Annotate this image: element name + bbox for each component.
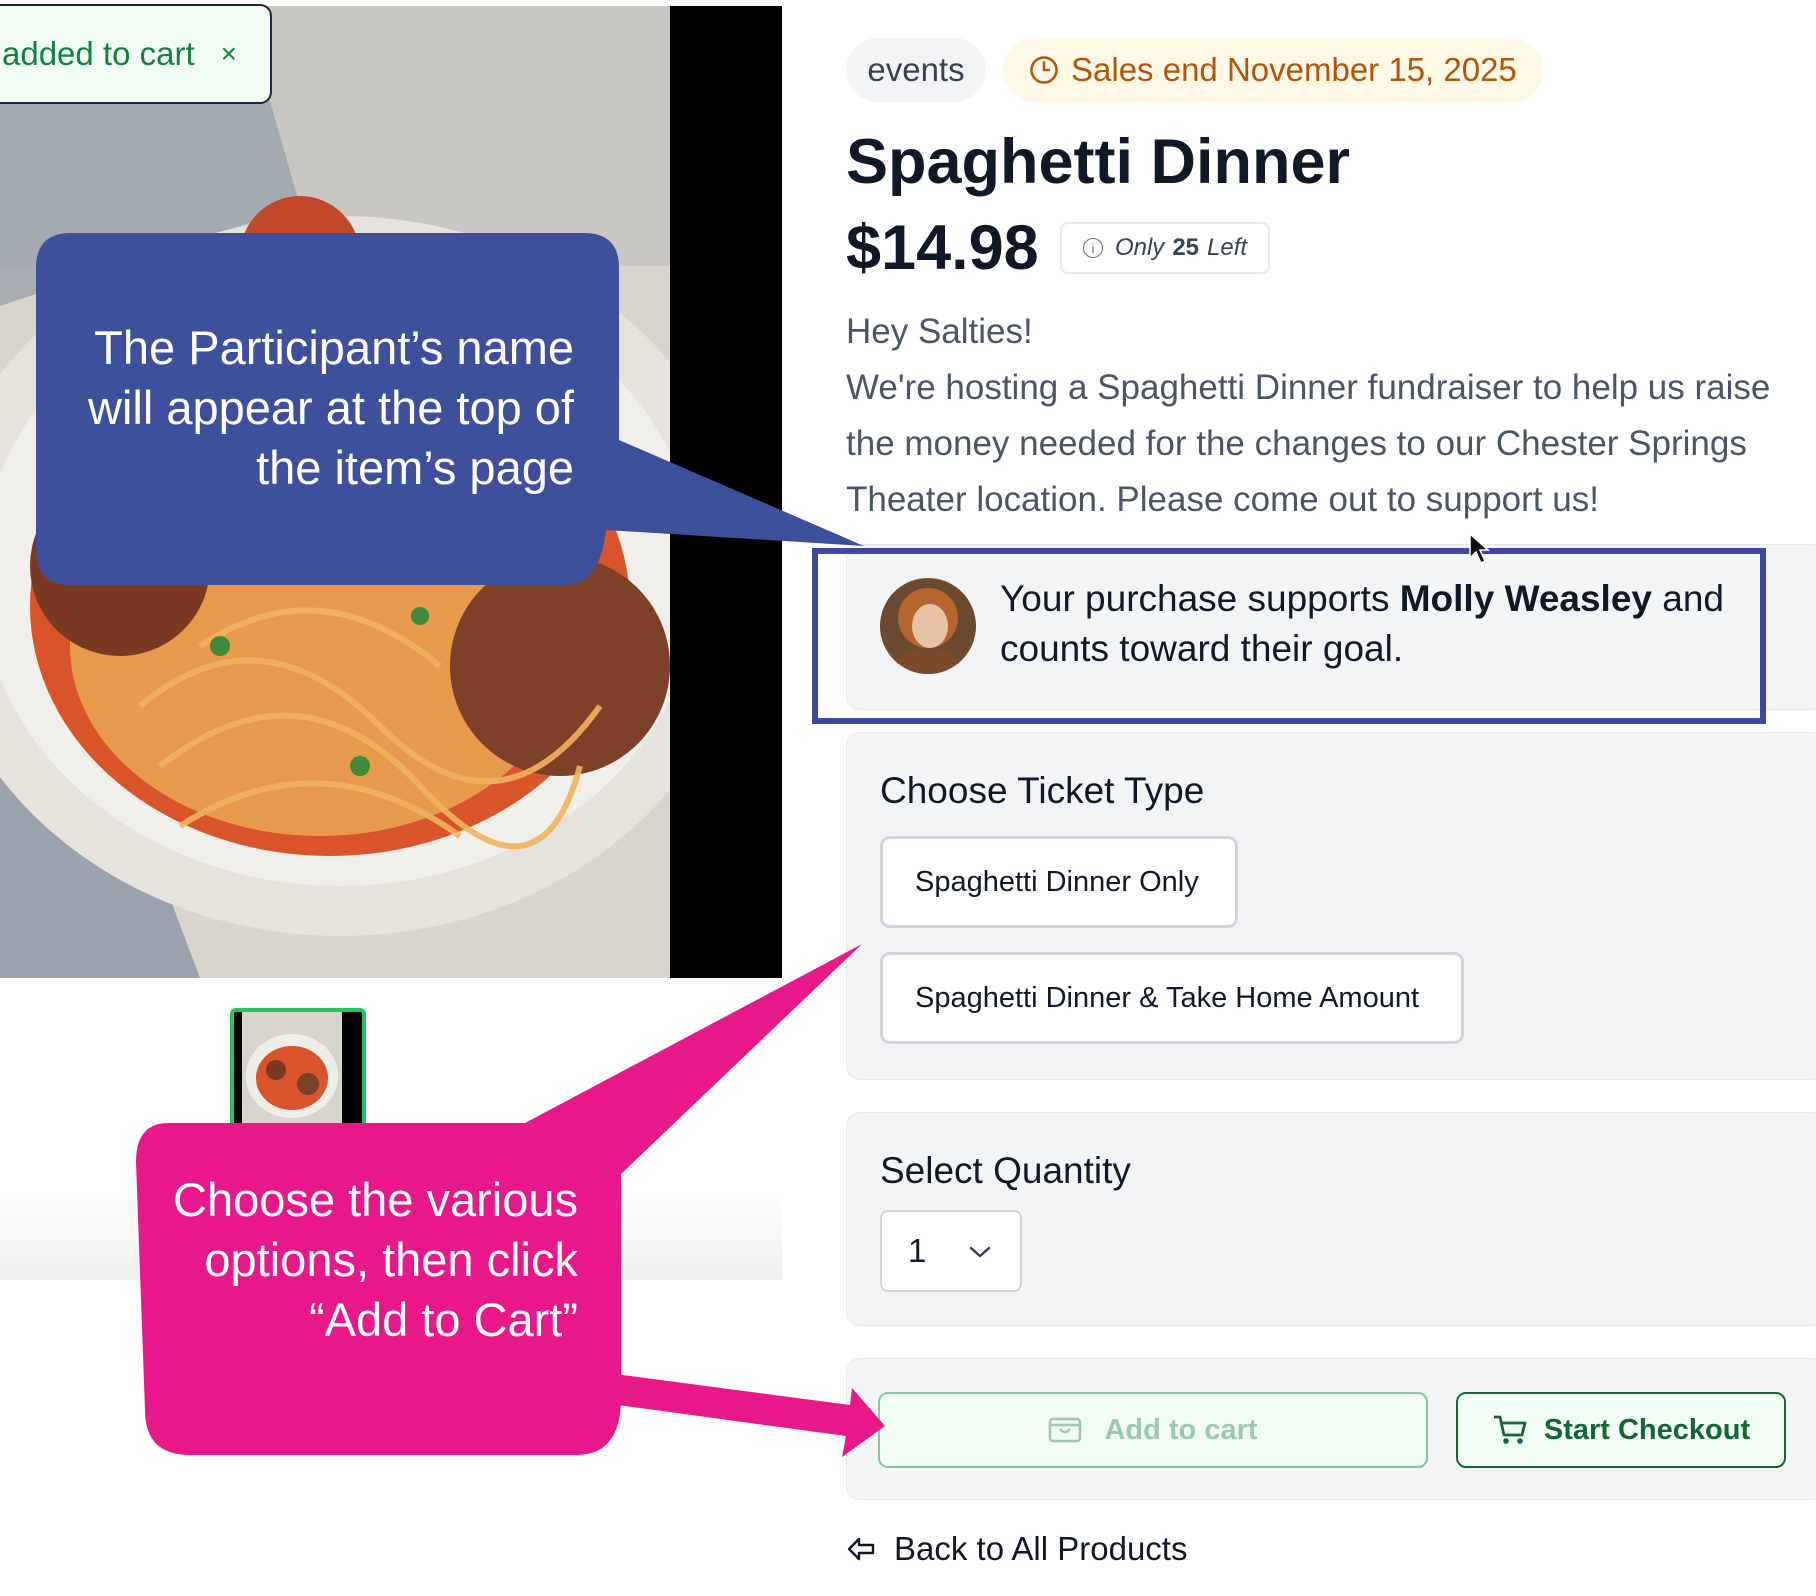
shopping-cart-icon <box>1493 1415 1527 1444</box>
quantity-heading: Select Quantity <box>880 1150 1131 1191</box>
blue-callout-text: The Participant’s name will appear at th… <box>88 321 574 494</box>
sales-end-text: Sales end November 15, 2025 <box>1071 51 1517 88</box>
quantity-select[interactable]: 1 <box>880 1210 1022 1292</box>
added-to-cart-toast: added to cart × <box>0 4 272 104</box>
ticket-type-heading: Choose Ticket Type <box>880 770 1205 811</box>
description-body: We're hosting a Spaghetti Dinner fundrai… <box>846 368 1771 519</box>
stock-suffix: Left <box>1207 234 1248 261</box>
category-tag: events <box>846 38 986 102</box>
mouse-cursor-icon <box>1469 532 1490 565</box>
close-icon[interactable]: × <box>221 38 237 70</box>
sales-end-badge: Sales end November 15, 2025 <box>1003 38 1543 102</box>
pink-callout-text: Choose the various options, then click “… <box>173 1173 578 1346</box>
product-price: $14.98 <box>846 213 1039 283</box>
toast-message: added to cart <box>2 35 195 72</box>
info-icon: i <box>1082 238 1103 258</box>
participant-highlight-box <box>812 548 1766 724</box>
start-checkout-button[interactable]: Start Checkout <box>1456 1392 1786 1468</box>
description-greeting: Hey Salties! <box>846 312 1033 351</box>
back-to-products-link[interactable]: Back to All Products <box>846 1530 1187 1568</box>
ticket-option-take-home[interactable]: Spaghetti Dinner & Take Home Amount <box>880 952 1464 1044</box>
back-arrow-icon <box>847 1537 875 1561</box>
gallery-thumbnail[interactable] <box>230 1008 366 1134</box>
quantity-value: 1 <box>908 1232 927 1269</box>
stock-badge: i Only 25 Left <box>1060 222 1270 274</box>
product-description: Hey Salties! We're hosting a Spaghetti D… <box>846 304 1816 528</box>
chevron-down-icon <box>969 1246 991 1258</box>
clock-icon <box>1030 56 1058 84</box>
add-to-cart-button[interactable]: Add to cart <box>878 1392 1428 1468</box>
stock-count: 25 <box>1172 234 1200 261</box>
ticket-option-dinner-only[interactable]: Spaghetti Dinner Only <box>880 836 1238 928</box>
product-title: Spaghetti Dinner <box>846 127 1351 197</box>
back-link-label: Back to All Products <box>894 1530 1188 1567</box>
start-checkout-label: Start Checkout <box>1543 1413 1751 1446</box>
stock-prefix: Only <box>1114 234 1165 261</box>
cart-box-icon <box>1049 1417 1082 1443</box>
add-to-cart-label: Add to cart <box>1104 1413 1258 1446</box>
